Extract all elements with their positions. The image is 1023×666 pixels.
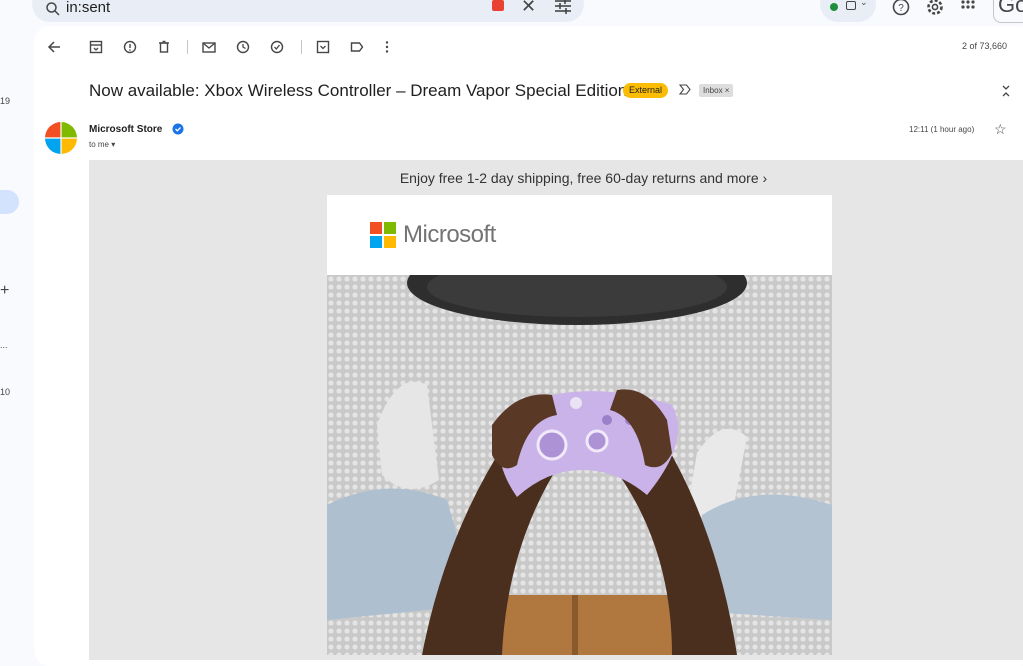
- expand-collapse-icon[interactable]: [1000, 83, 1012, 99]
- report-spam-icon[interactable]: [122, 39, 138, 55]
- nav-more: ...: [0, 340, 8, 350]
- brand-header: Microsoft: [327, 195, 832, 275]
- search-bar[interactable]: in:sent ✕: [32, 0, 584, 22]
- search-options-icon[interactable]: [554, 0, 572, 14]
- left-navigation: 19 + ... 10: [0, 26, 34, 649]
- search-input[interactable]: in:sent: [66, 0, 110, 16]
- nav-count: 19: [0, 96, 11, 106]
- nav-selected-item[interactable]: [0, 190, 19, 214]
- email-subject: Now available: Xbox Wireless Controller …: [89, 81, 628, 100]
- add-label-icon[interactable]: +: [0, 282, 9, 300]
- external-badge: External: [623, 83, 669, 98]
- status-chip[interactable]: ⌄: [820, 0, 876, 22]
- back-arrow-icon[interactable]: [46, 39, 62, 55]
- delete-trash-icon[interactable]: [156, 39, 172, 55]
- promo-banner-link[interactable]: Enjoy free 1-2 day shipping, free 60-day…: [89, 170, 1023, 186]
- brand-wordmark: Microsoft: [403, 221, 496, 248]
- mark-unread-icon[interactable]: [201, 39, 217, 55]
- nav-count: 10: [0, 387, 11, 397]
- clear-search-icon[interactable]: ✕: [521, 0, 536, 17]
- settings-gear-icon[interactable]: [925, 0, 945, 17]
- importance-marker-icon[interactable]: [679, 84, 691, 95]
- svg-text:?: ?: [898, 3, 904, 14]
- snooze-clock-icon[interactable]: [235, 39, 251, 55]
- label-tag-icon[interactable]: [349, 39, 365, 55]
- microsoft-logo-icon: [370, 222, 396, 248]
- move-to-icon[interactable]: [315, 39, 331, 55]
- toolbar-divider: [301, 40, 302, 54]
- recipient-dropdown[interactable]: to me ▾: [89, 140, 115, 149]
- account-button[interactable]: Go: [993, 0, 1023, 23]
- help-icon[interactable]: ?: [891, 0, 911, 17]
- calendar-icon: [846, 1, 856, 10]
- extension-icon[interactable]: [492, 0, 504, 11]
- chevron-down-icon: ▾: [111, 140, 116, 149]
- verified-check-icon: [172, 123, 184, 135]
- archive-icon[interactable]: [88, 39, 104, 55]
- sender-avatar[interactable]: [45, 122, 77, 154]
- sender-name[interactable]: Microsoft Store: [89, 124, 162, 135]
- product-hero-image[interactable]: [327, 275, 832, 655]
- star-icon[interactable]: ☆: [994, 121, 1007, 138]
- status-online-icon: [830, 3, 838, 11]
- more-vertical-icon[interactable]: [379, 39, 395, 55]
- reading-pane: 2 of 73,660 Now available: Xbox Wireless…: [34, 26, 1023, 666]
- message-time: 12:11 (1 hour ago): [909, 125, 975, 134]
- inbox-label-chip[interactable]: Inbox ×: [699, 84, 734, 97]
- top-bar: in:sent ✕ ⌄ ? Go: [0, 0, 1023, 26]
- recipient-label: to me: [89, 140, 110, 149]
- apps-grid-icon[interactable]: [958, 0, 978, 17]
- search-icon[interactable]: [44, 0, 62, 18]
- page-counter: 2 of 73,660: [962, 41, 1008, 51]
- chevron-down-icon: ⌄: [860, 0, 868, 7]
- email-content: Enjoy free 1-2 day shipping, free 60-day…: [89, 160, 1023, 660]
- add-task-icon[interactable]: [269, 39, 285, 55]
- toolbar-divider: [187, 40, 188, 54]
